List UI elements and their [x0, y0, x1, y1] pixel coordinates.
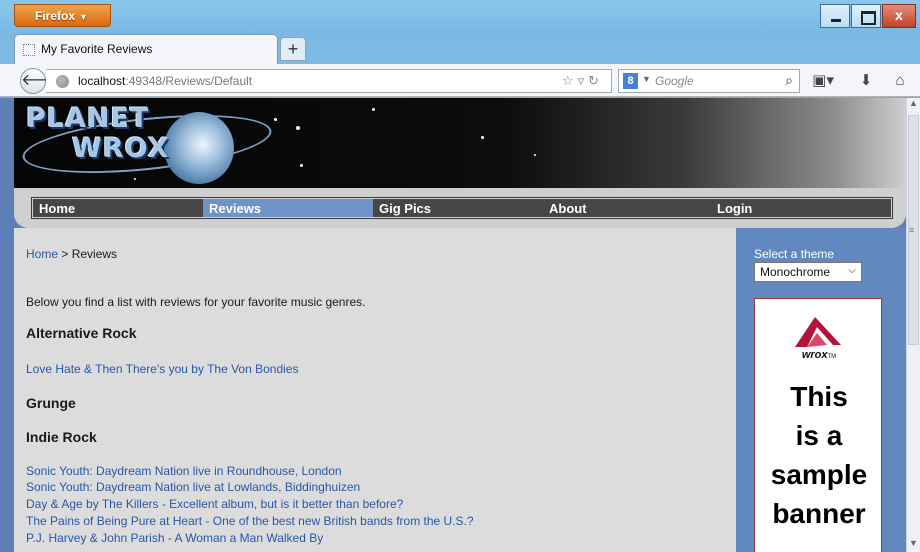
- menu-item-reviews[interactable]: Reviews: [203, 199, 373, 217]
- star-decoration: [134, 178, 136, 180]
- breadcrumb-home-link[interactable]: Home: [26, 247, 58, 261]
- review-link[interactable]: Love Hate & Then There's you by The Von …: [26, 362, 298, 376]
- menu-item-home[interactable]: Home: [33, 199, 203, 217]
- site-logo[interactable]: PLANET WROX: [26, 104, 169, 164]
- theme-select[interactable]: Monochrome ⌵: [754, 262, 862, 282]
- site-identity-icon[interactable]: [56, 75, 69, 88]
- ad-brand-name: wrox: [801, 349, 828, 361]
- logo-disc-icon: [164, 112, 234, 184]
- sidebar: Select a theme Monochrome ⌵ wroxTM This …: [736, 228, 906, 552]
- breadcrumb-current: Reviews: [71, 247, 118, 261]
- review-link[interactable]: The Pains of Being Pure at Heart - One o…: [26, 514, 474, 528]
- ad-line: is a: [795, 420, 843, 451]
- breadcrumb-separator: >: [58, 247, 72, 261]
- genre-heading: Grunge: [26, 395, 76, 411]
- genre-heading: Indie Rock: [26, 429, 97, 445]
- intro-text: Below you find a list with reviews for y…: [26, 295, 366, 309]
- logo-line2: WROX: [72, 133, 170, 164]
- review-link[interactable]: Day & Age by The Killers - Excellent alb…: [26, 497, 403, 511]
- firefox-menu-button[interactable]: Firefox ▼: [14, 4, 111, 27]
- chevron-down-icon: ⌵: [848, 265, 856, 276]
- back-button[interactable]: 🡐: [20, 68, 64, 94]
- sample-banner-ad[interactable]: wroxTM This is a sample banner: [754, 298, 882, 552]
- url-path: :49348/Reviews/Default: [125, 74, 253, 88]
- scroll-down-icon[interactable]: ▼: [907, 538, 920, 552]
- menu-item-login[interactable]: Login: [711, 199, 881, 217]
- theme-select-value: Monochrome: [760, 265, 831, 279]
- navigation-toolbar: 🡐 localhost:49348/Reviews/Default ☆▿↻ 8 …: [0, 64, 920, 97]
- new-tab-button[interactable]: +: [280, 37, 306, 61]
- close-window-button[interactable]: [882, 4, 916, 28]
- minimize-button[interactable]: [820, 4, 850, 28]
- theme-label: Select a theme: [754, 247, 835, 261]
- page-favicon-icon: [23, 44, 35, 56]
- downloads-icon[interactable]: ⬇: [856, 70, 876, 92]
- review-link[interactable]: Sonic Youth: Daydream Nation live in Rou…: [26, 464, 342, 478]
- page-viewport: PLANET WROX Home Reviews Gig Pics About L…: [0, 98, 906, 552]
- ad-brand-tm: TM: [827, 354, 837, 360]
- main-menu-container: Home Reviews Gig Pics About Login: [14, 188, 906, 228]
- chevron-down-icon: ▼: [79, 12, 88, 22]
- home-icon[interactable]: ⌂: [890, 70, 910, 92]
- star-decoration: [534, 154, 536, 156]
- site-header-banner: PLANET WROX: [14, 98, 906, 190]
- menu-item-about[interactable]: About: [543, 199, 713, 217]
- vertical-scrollbar[interactable]: ▲ ≡ ▼: [906, 98, 920, 552]
- search-bar[interactable]: 8 ▼ Google ⌕: [618, 69, 800, 93]
- url-host: localhost: [78, 74, 126, 88]
- wrox-logo-icon: [795, 317, 841, 347]
- star-decoration: [300, 164, 303, 167]
- ad-line: This: [790, 381, 848, 412]
- main-menu: Home Reviews Gig Pics About Login: [31, 197, 893, 219]
- star-decoration: [274, 118, 277, 121]
- address-bar[interactable]: localhost:49348/Reviews/Default ☆▿↻: [46, 69, 612, 93]
- star-decoration: [372, 108, 375, 111]
- search-engine-icon[interactable]: 8: [623, 73, 638, 89]
- ad-line: sample: [770, 459, 868, 490]
- star-decoration: [481, 136, 484, 139]
- menu-item-gig-pics[interactable]: Gig Pics: [373, 199, 543, 217]
- chevron-down-icon[interactable]: ▼: [642, 74, 651, 84]
- ad-line: banner: [772, 498, 866, 529]
- breadcrumb: Home > Reviews: [26, 247, 117, 261]
- review-link[interactable]: P.J. Harvey & John Parish - A Woman a Ma…: [26, 531, 323, 545]
- search-icon[interactable]: ⌕: [785, 72, 793, 89]
- main-content: Home > Reviews Below you find a list wit…: [14, 228, 736, 552]
- genre-heading: Alternative Rock: [26, 325, 137, 341]
- bookmark-star-icon[interactable]: ☆▿↻: [562, 73, 603, 89]
- ad-text: This is a sample banner: [755, 377, 883, 533]
- window-titlebar: Firefox ▼: [0, 0, 920, 34]
- scroll-up-icon[interactable]: ▲: [907, 98, 920, 112]
- logo-line1: PLANET: [26, 103, 150, 134]
- search-placeholder: Google: [655, 74, 694, 88]
- scroll-grip-icon: ≡: [909, 225, 915, 235]
- firefox-menu-label: Firefox: [35, 9, 76, 23]
- review-link[interactable]: Sonic Youth: Daydream Nation live at Low…: [26, 480, 360, 494]
- tab-strip: My Favorite Reviews +: [0, 34, 920, 65]
- bookmarks-menu-icon[interactable]: ▣▾: [806, 70, 840, 92]
- maximize-button[interactable]: [851, 4, 881, 28]
- ad-brand: wroxTM: [755, 349, 883, 361]
- star-decoration: [296, 126, 300, 130]
- tab-title: My Favorite Reviews: [41, 42, 153, 56]
- tab-my-favorite-reviews[interactable]: My Favorite Reviews: [14, 34, 278, 65]
